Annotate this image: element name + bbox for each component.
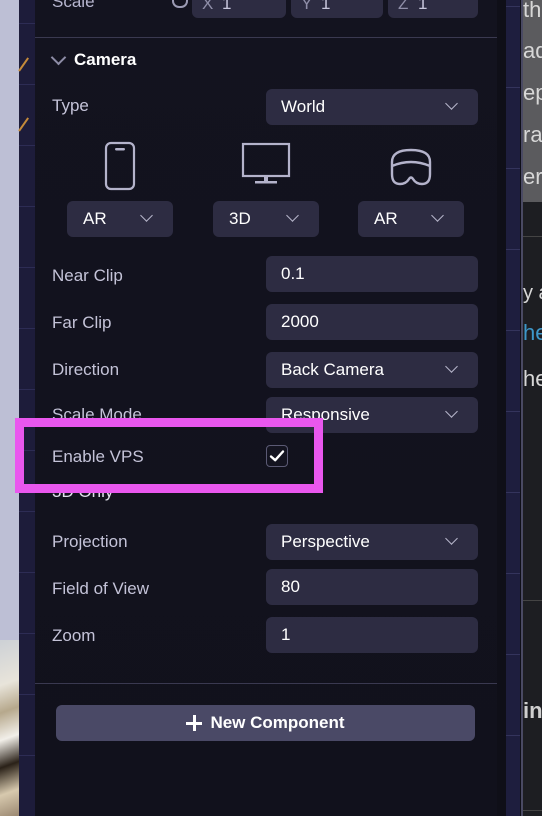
- direction-value: Back Camera: [281, 360, 384, 379]
- divider: [523, 236, 542, 237]
- headset-mode-select[interactable]: AR: [358, 201, 464, 237]
- text-fragment: ra: [523, 122, 542, 147]
- axis-label: X: [202, 0, 214, 13]
- phone-icon: [67, 140, 173, 192]
- scale-x-value: 1: [222, 0, 232, 13]
- chevron-down-icon: [140, 209, 153, 222]
- projection-value: Perspective: [281, 532, 370, 551]
- highlight-annotation-box: [15, 418, 323, 493]
- scale-label: Scale: [52, 0, 95, 11]
- text-fragment: he: [523, 366, 542, 391]
- viewport-model-preview: [0, 640, 20, 816]
- far-clip-value: 2000: [281, 312, 319, 331]
- zoom-input[interactable]: 1: [266, 617, 478, 653]
- field-of-view-label: Field of View: [52, 579, 150, 598]
- viewport-grid-right: [497, 0, 521, 816]
- projection-select[interactable]: Perspective: [266, 524, 478, 560]
- new-component-button[interactable]: New Component: [56, 705, 475, 741]
- near-clip-input[interactable]: 0.1: [266, 256, 478, 292]
- headset-mode-value: AR: [374, 209, 398, 228]
- chevron-down-icon: [445, 360, 458, 373]
- chevron-down-icon: [431, 209, 444, 222]
- scale-z-input[interactable]: Z 1: [388, 0, 478, 18]
- scale-x-input[interactable]: X 1: [192, 0, 286, 18]
- lock-scale-icon[interactable]: [172, 0, 188, 8]
- section-divider: [35, 37, 497, 38]
- scale-y-value: 1: [321, 0, 331, 13]
- far-clip-label: Far Clip: [52, 313, 112, 332]
- viewport-grid: [19, 0, 35, 816]
- near-clip-value: 0.1: [281, 264, 305, 283]
- chevron-down-icon: [445, 405, 458, 418]
- text-fragment: erl: [523, 164, 542, 189]
- type-value: World: [281, 97, 326, 116]
- desktop-monitor-icon: [213, 140, 319, 192]
- type-select[interactable]: World: [266, 89, 478, 125]
- projection-label: Projection: [52, 532, 128, 551]
- scale-y-input[interactable]: Y 1: [291, 0, 383, 18]
- type-label: Type: [52, 96, 89, 115]
- desktop-mode-value: 3D: [229, 209, 251, 228]
- desktop-mode-select[interactable]: 3D: [213, 201, 319, 237]
- inspector-panel: Scale X 1 Y 1 Z 1 Camera Type World AR 3…: [35, 0, 497, 816]
- zoom-value: 1: [281, 625, 291, 644]
- chevron-down-icon: [445, 532, 458, 545]
- chevron-down-icon: [445, 97, 458, 110]
- chevron-down-icon: [286, 209, 299, 222]
- text-fragment: in: [523, 698, 542, 723]
- direction-select[interactable]: Back Camera: [266, 352, 478, 388]
- phone-mode-select[interactable]: AR: [67, 201, 173, 237]
- camera-section-header[interactable]: Camera: [50, 49, 137, 70]
- text-fragment: ep: [523, 80, 542, 105]
- divider: [523, 810, 542, 811]
- vr-headset-icon: [358, 140, 464, 192]
- scale-row: Scale X 1 Y 1 Z 1: [35, 0, 497, 20]
- far-clip-input[interactable]: 2000: [266, 304, 478, 340]
- chevron-down-icon: [50, 49, 67, 65]
- camera-section-title: Camera: [74, 50, 137, 69]
- new-component-label: New Component: [210, 713, 345, 732]
- field-of-view-input[interactable]: 80: [266, 569, 478, 605]
- axis-label: Z: [398, 0, 409, 13]
- phone-mode-value: AR: [83, 209, 107, 228]
- zoom-label: Zoom: [52, 626, 96, 645]
- text-fragment: th: [523, 0, 542, 22]
- text-fragment: y a: [523, 282, 542, 304]
- right-text-panel: th ad ep ra erl y a he he in: [523, 0, 542, 816]
- text-fragment: ad: [523, 38, 542, 63]
- field-of-view-value: 80: [281, 577, 300, 596]
- section-divider: [35, 683, 497, 684]
- divider: [523, 600, 542, 601]
- near-clip-label: Near Clip: [52, 266, 123, 285]
- plus-icon: [186, 715, 203, 731]
- scale-z-value: 1: [418, 0, 428, 13]
- direction-label: Direction: [52, 360, 120, 379]
- axis-label: Y: [301, 0, 313, 13]
- link-fragment[interactable]: he: [523, 320, 542, 346]
